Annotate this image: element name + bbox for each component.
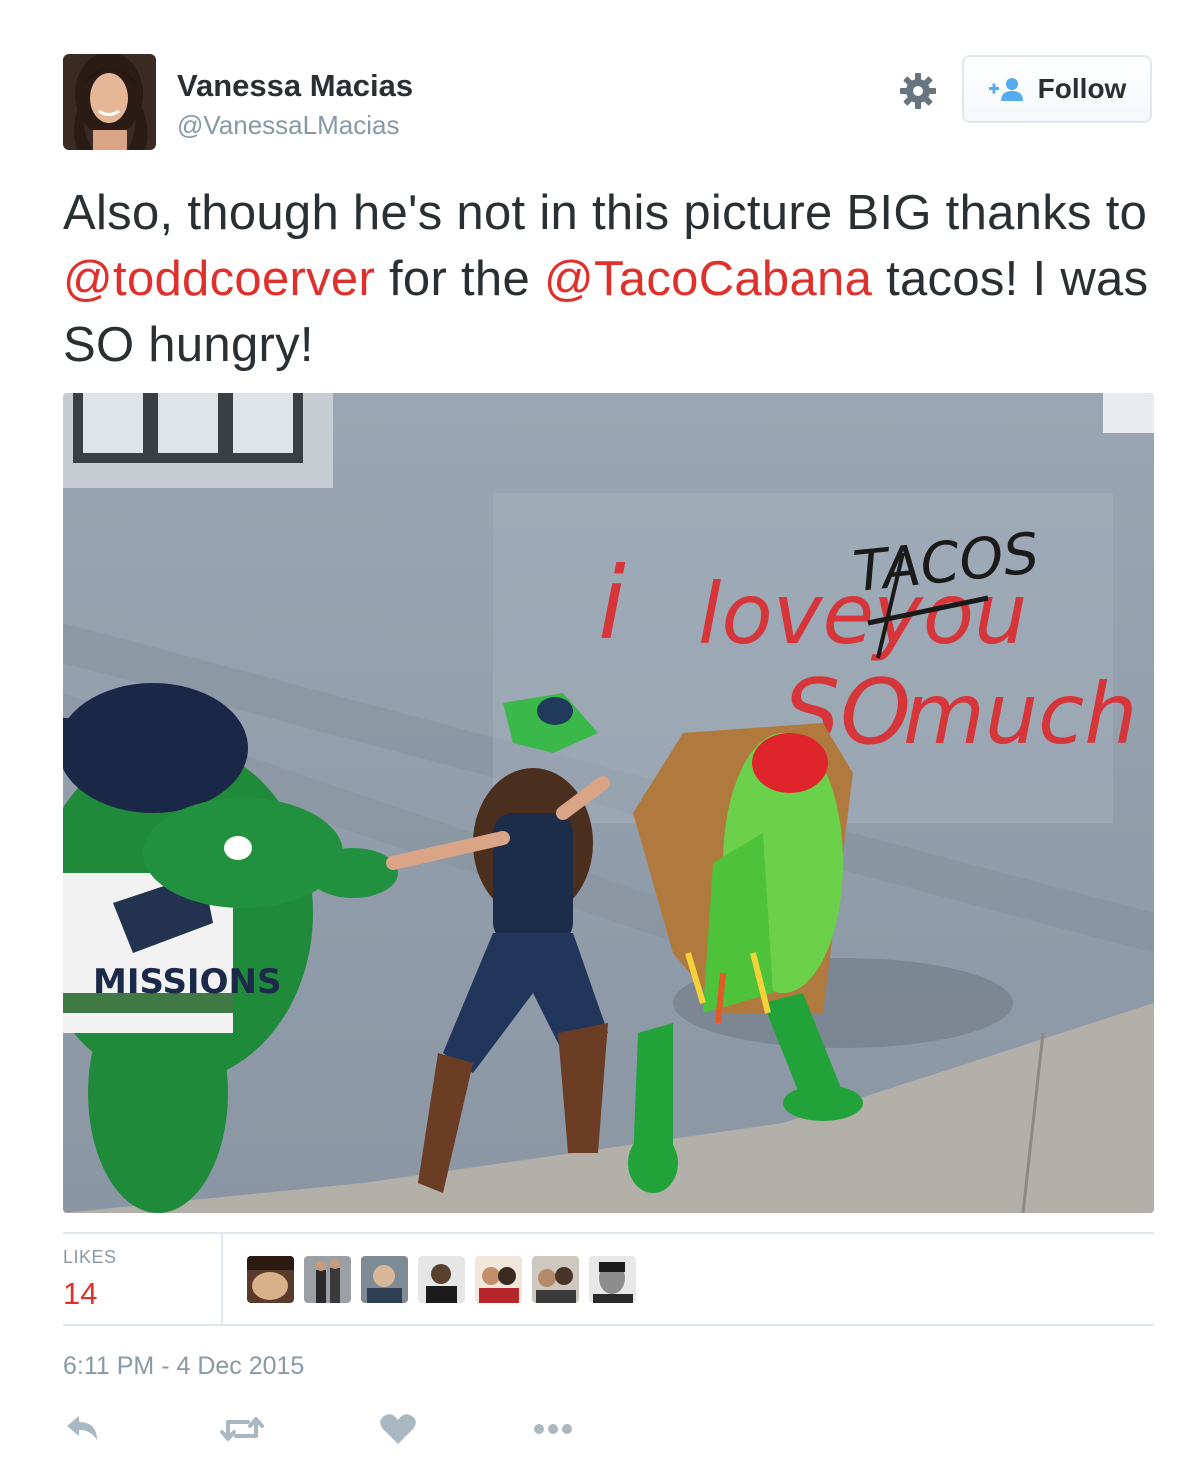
liker-avatar[interactable] [247, 1256, 294, 1303]
avatar[interactable] [63, 54, 156, 150]
likers-avatars [247, 1256, 636, 1303]
follow-label: Follow [1037, 73, 1127, 104]
photo-illustration: i love you TACOS SO much MISSIONS [63, 393, 1154, 1213]
tweet-photo[interactable]: i love you TACOS SO much MISSIONS [63, 393, 1154, 1213]
user-handle[interactable]: @VanessaLMacias [177, 110, 399, 141]
mention-link[interactable]: @TacoCabana [544, 252, 872, 306]
liker-avatar[interactable] [361, 1256, 408, 1303]
gear-icon[interactable] [899, 72, 937, 110]
likes-label[interactable]: LIKES [63, 1247, 117, 1268]
tweet-timestamp[interactable]: 6:11 PM - 4 Dec 2015 [63, 1352, 304, 1381]
liker-avatar[interactable] [418, 1256, 465, 1303]
liker-avatar[interactable] [304, 1256, 351, 1303]
liker-avatar[interactable] [589, 1256, 636, 1303]
reply-icon[interactable] [63, 1412, 103, 1446]
stats-vertical-divider [221, 1234, 223, 1324]
jersey-text: MISSIONS [93, 962, 281, 1002]
follow-person-icon [988, 76, 1026, 102]
mention-link[interactable]: @toddcoerver [63, 252, 375, 306]
tweet-text: Also, though he's not in this picture BI… [63, 180, 1153, 378]
retweet-icon[interactable] [220, 1412, 264, 1446]
graffiti-much: much [903, 665, 1138, 763]
stats-divider-top [63, 1232, 1154, 1234]
more-icon[interactable] [532, 1412, 574, 1446]
likes-count[interactable]: 14 [63, 1276, 97, 1312]
avatar-image [63, 54, 156, 150]
heart-icon[interactable] [378, 1412, 418, 1446]
tweet-text-part: Also, though he's not in this picture BI… [63, 186, 1148, 240]
tweet-text-part: for the [375, 252, 544, 306]
stats-divider-bottom [63, 1324, 1154, 1326]
display-name[interactable]: Vanessa Macias [177, 68, 413, 104]
liker-avatar[interactable] [532, 1256, 579, 1303]
follow-button[interactable]: Follow [962, 55, 1152, 123]
graffiti-i: i [598, 545, 626, 662]
liker-avatar[interactable] [475, 1256, 522, 1303]
graffiti-love: love [698, 565, 874, 663]
